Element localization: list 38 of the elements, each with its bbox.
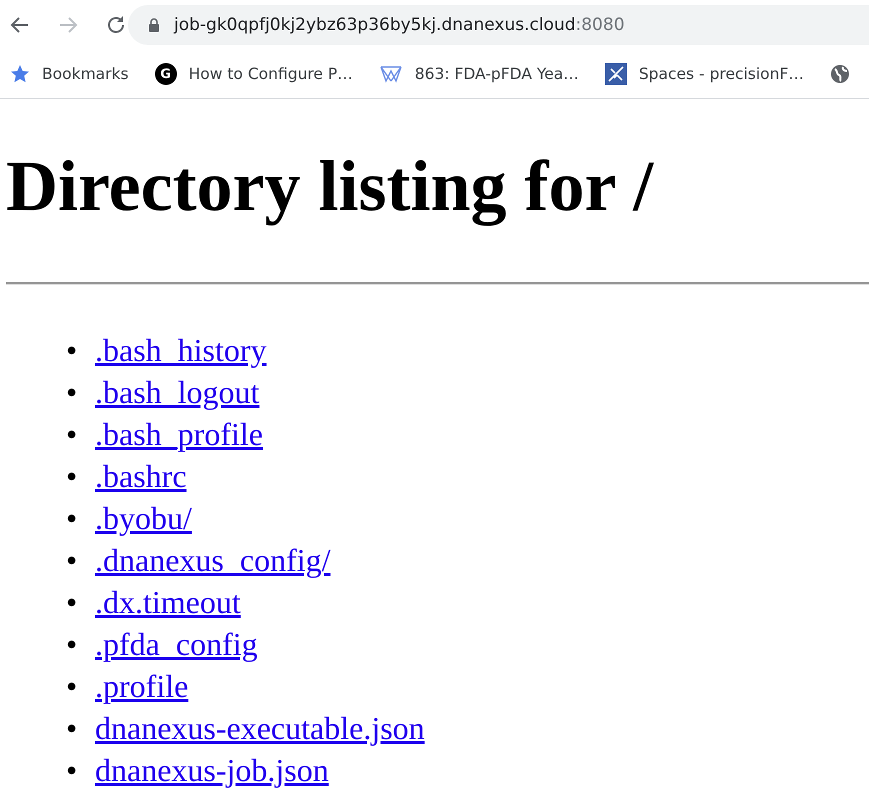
bullet: • (66, 582, 78, 622)
bookmark-label: How to Configure P… (188, 65, 353, 83)
bullet: • (66, 372, 78, 412)
file-link[interactable]: .dx.timeout (95, 580, 241, 623)
bullet: • (66, 624, 78, 664)
bookmark-item[interactable]: 863: FDA-pFDA Yea… (378, 64, 579, 84)
file-link[interactable]: .bashrc (95, 454, 187, 497)
mesh-icon (378, 64, 403, 84)
bookmark-label: Bookmarks (42, 65, 129, 83)
bookmark-label: 863: FDA-pFDA Yea… (414, 65, 579, 83)
bullet: • (66, 540, 78, 580)
file-link[interactable]: .bash_profile (95, 412, 263, 455)
file-link[interactable]: .bash_history (95, 328, 267, 371)
bullet: • (66, 666, 78, 706)
file-link[interactable]: .bash_logout (95, 370, 260, 413)
bullet: • (66, 414, 78, 454)
file-link[interactable]: .byobu/ (95, 496, 192, 539)
bullet: • (66, 498, 78, 538)
file-link[interactable]: dnanexus-job.json (95, 748, 329, 791)
bullet: • (66, 708, 78, 748)
address-bar[interactable]: job-gk0qpfj0kj2ybz63p36by5kj.dnanexus.cloud:8080 (128, 5, 869, 45)
bullet: • (66, 750, 78, 790)
letter-icon: G (154, 63, 177, 85)
bookmark-label: Spaces - precisionF… (638, 65, 804, 83)
globe-icon[interactable] (830, 64, 850, 84)
file-link[interactable]: .pfda_config (95, 622, 258, 665)
bookmark-item[interactable]: Bookmarks (10, 64, 129, 84)
lock-icon (148, 18, 160, 32)
file-link[interactable]: .dnanexus_config/ (95, 538, 330, 581)
bullet: • (66, 330, 78, 370)
file-link[interactable]: .profile (95, 664, 188, 707)
page-heading: Directory listing for / (6, 145, 655, 228)
star-icon (10, 64, 30, 84)
bookmark-item[interactable]: Spaces - precisionF… (604, 63, 804, 85)
bullet: • (66, 456, 78, 496)
bookmark-item[interactable]: G How to Configure P… (154, 63, 353, 85)
file-link[interactable]: dnanexus-executable.json (95, 706, 425, 749)
tile-icon (604, 63, 627, 85)
